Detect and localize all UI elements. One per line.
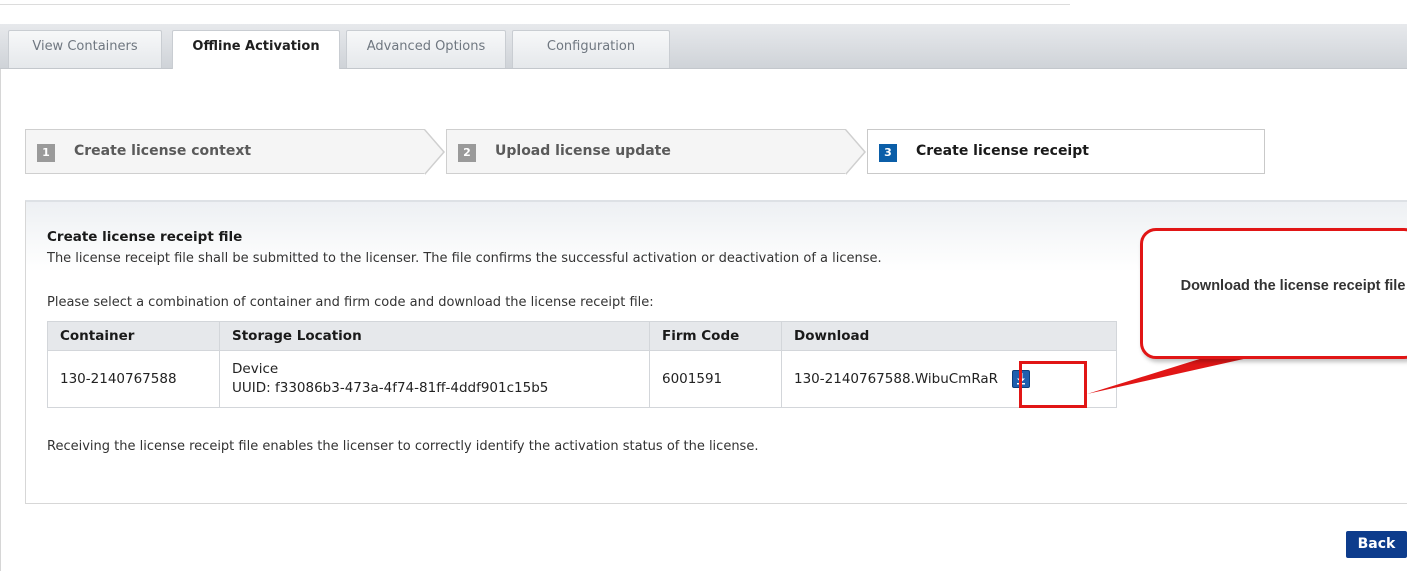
tab-advanced-options[interactable]: Advanced Options: [346, 30, 506, 68]
step-arrow-fill: [845, 130, 864, 174]
callout-annotation: Download the license receipt file: [1140, 228, 1407, 359]
back-button[interactable]: Back: [1346, 531, 1407, 558]
top-divider: [0, 0, 1070, 5]
download-filename: 130-2140767588.WibuCmRaR: [794, 371, 999, 387]
download-highlight-box: [1019, 361, 1087, 408]
panel-description: The license receipt file shall be submit…: [47, 251, 882, 266]
step-number: 2: [458, 144, 476, 162]
table-row[interactable]: 130-2140767588 Device UUID: f33086b3-473…: [47, 350, 1117, 408]
panel-footer-note: Receiving the license receipt file enabl…: [47, 439, 759, 454]
storage-uuid: UUID: f33086b3-473a-4f74-81ff-4ddf901c15…: [232, 379, 549, 396]
license-table: Container Storage Location Firm Code Dow…: [47, 321, 1117, 408]
cell-container: 130-2140767588: [47, 350, 220, 408]
storage-location-type: Device: [232, 360, 279, 377]
tab-bar: View Containers Offline Activation Advan…: [0, 24, 1407, 69]
tab-offline-activation[interactable]: Offline Activation: [172, 30, 340, 69]
column-header-storage-location: Storage Location: [219, 321, 650, 351]
column-header-container: Container: [47, 321, 220, 351]
cell-firm-code: 6001591: [649, 350, 782, 408]
step-label: Upload license update: [495, 143, 671, 159]
callout-text: Download the license receipt file: [1180, 278, 1406, 294]
step-label: Create license receipt: [916, 143, 1089, 159]
panel-title: Create license receipt file: [47, 229, 243, 245]
cell-storage-location: Device UUID: f33086b3-473a-4f74-81ff-4dd…: [219, 350, 650, 408]
tab-view-containers[interactable]: View Containers: [8, 30, 162, 68]
column-header-firm-code: Firm Code: [649, 321, 782, 351]
step-number: 3: [879, 144, 897, 162]
select-instruction: Please select a combination of container…: [47, 295, 654, 310]
table-header-row: Container Storage Location Firm Code Dow…: [47, 321, 1117, 351]
step-number: 1: [37, 144, 55, 162]
wizard-step-1: 1 Create license context: [25, 129, 425, 174]
wizard-step-3: 3 Create license receipt: [867, 129, 1265, 174]
column-header-download: Download: [781, 321, 1117, 351]
step-arrow-fill: [424, 130, 443, 174]
wizard-step-2: 2 Upload license update: [446, 129, 846, 174]
tab-configuration[interactable]: Configuration: [512, 30, 670, 68]
page-left-border: [0, 24, 1, 571]
step-label: Create license context: [74, 143, 252, 159]
